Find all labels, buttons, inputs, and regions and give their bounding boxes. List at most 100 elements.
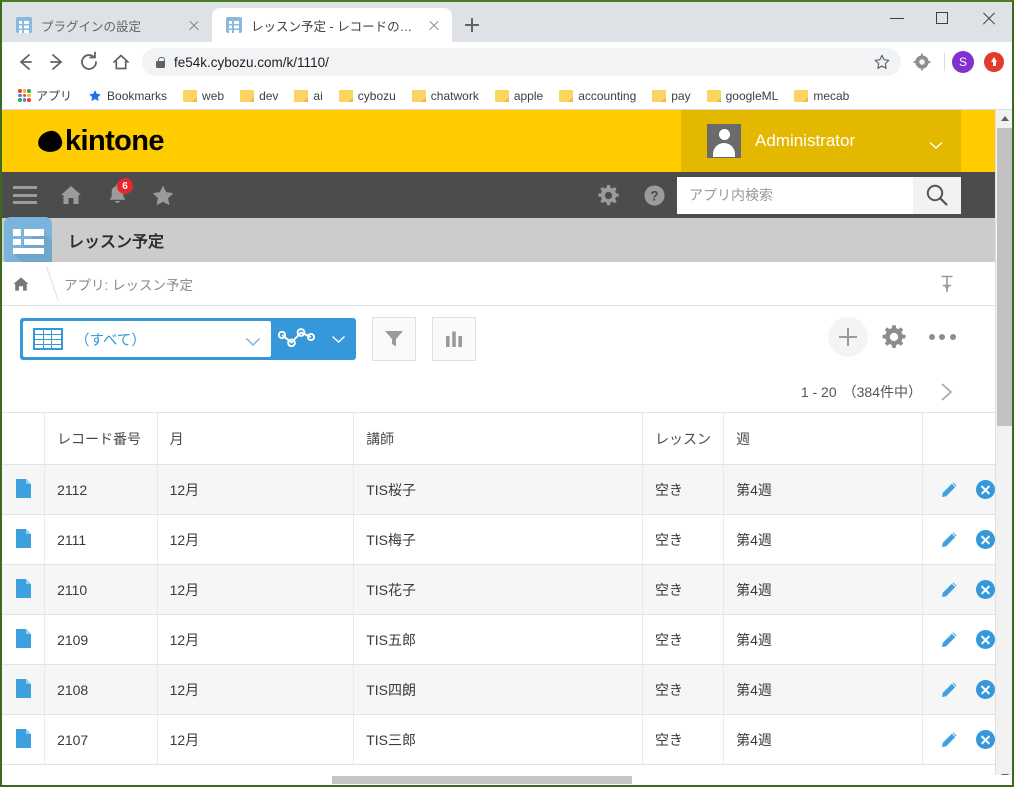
delete-record-icon[interactable] bbox=[975, 480, 995, 499]
row-open-icon[interactable] bbox=[2, 564, 46, 615]
graph-dropdown-button[interactable] bbox=[323, 335, 353, 344]
bookmark-chatwork[interactable]: chatwork bbox=[404, 89, 487, 103]
delete-record-icon[interactable] bbox=[975, 530, 995, 549]
delete-record-icon[interactable] bbox=[975, 730, 995, 749]
bookmark-web[interactable]: web bbox=[175, 89, 232, 103]
app-settings-button[interactable] bbox=[872, 317, 916, 357]
view-selector[interactable]: （すべて） bbox=[20, 318, 356, 360]
tab-close-icon[interactable] bbox=[186, 17, 202, 33]
scroll-up-arrow[interactable] bbox=[996, 110, 1012, 127]
table-row[interactable]: 2109 12月 TIS五郎 空き 第4週 bbox=[2, 614, 1012, 665]
user-name: Administrator bbox=[755, 131, 856, 150]
bookmark-apps[interactable]: アプリ bbox=[10, 87, 80, 104]
bookmark-star-icon[interactable] bbox=[873, 53, 891, 71]
delete-record-icon[interactable] bbox=[975, 630, 995, 649]
col-header-lesson[interactable]: レッスン bbox=[642, 412, 725, 465]
profile-avatar[interactable]: S bbox=[952, 51, 974, 73]
edit-record-icon[interactable] bbox=[940, 481, 958, 499]
maximize-button[interactable] bbox=[920, 2, 966, 34]
tab-close-icon[interactable] bbox=[426, 17, 442, 33]
browser-tab-1[interactable]: プラグインの設定 bbox=[2, 8, 212, 42]
add-record-button[interactable] bbox=[828, 317, 868, 357]
kintone-brand-text: kintone bbox=[65, 124, 165, 157]
svg-text:?: ? bbox=[650, 188, 658, 203]
search-input[interactable] bbox=[677, 176, 913, 214]
back-icon[interactable] bbox=[10, 47, 40, 77]
vertical-scrollbar[interactable] bbox=[995, 110, 1012, 785]
delete-record-icon[interactable] bbox=[975, 580, 995, 599]
row-open-icon[interactable] bbox=[2, 514, 46, 565]
vertical-scroll-thumb[interactable] bbox=[997, 128, 1012, 426]
row-open-icon[interactable] bbox=[2, 614, 46, 665]
new-tab-button[interactable] bbox=[458, 11, 486, 39]
chevron-down-icon bbox=[245, 334, 261, 347]
kintone-logo[interactable]: kintone bbox=[36, 124, 165, 158]
graph-view-button[interactable] bbox=[271, 326, 323, 352]
app-search[interactable] bbox=[677, 176, 913, 214]
close-window-button[interactable] bbox=[966, 2, 1012, 34]
bookmark-cybozu[interactable]: cybozu bbox=[331, 89, 404, 103]
bookmark-label: cybozu bbox=[357, 88, 396, 103]
home-icon[interactable] bbox=[106, 47, 136, 77]
delete-record-icon[interactable] bbox=[975, 680, 995, 699]
edit-record-icon[interactable] bbox=[940, 731, 958, 749]
cell-teacher: TIS梅子 bbox=[353, 514, 644, 565]
breadcrumb-home-icon[interactable] bbox=[12, 276, 30, 292]
bookmark-apple[interactable]: apple bbox=[487, 89, 551, 103]
filter-button[interactable] bbox=[372, 317, 416, 361]
bookmark-label: アプリ bbox=[36, 89, 73, 103]
col-header-teacher[interactable]: 講師 bbox=[353, 412, 644, 465]
next-page-button[interactable] bbox=[928, 374, 964, 410]
folder-icon bbox=[183, 89, 198, 102]
extension-red-icon[interactable] bbox=[984, 52, 1004, 72]
horizontal-scrollbar[interactable] bbox=[2, 775, 1012, 785]
col-header-month[interactable]: 月 bbox=[157, 412, 355, 465]
row-open-icon[interactable] bbox=[2, 464, 46, 515]
bookmark-accounting[interactable]: accounting bbox=[551, 89, 644, 103]
edit-record-icon[interactable] bbox=[940, 631, 958, 649]
more-options-button[interactable] bbox=[920, 317, 964, 357]
menu-button[interactable] bbox=[2, 172, 48, 218]
row-open-icon[interactable] bbox=[2, 664, 46, 715]
col-header-record-no[interactable]: レコード番号 bbox=[44, 412, 158, 465]
reload-icon[interactable] bbox=[74, 47, 104, 77]
gear-icon bbox=[882, 325, 906, 349]
bookmark-ai[interactable]: ai bbox=[286, 89, 330, 103]
pin-icon[interactable] bbox=[940, 275, 954, 293]
bookmark-bookmarks[interactable]: Bookmarks bbox=[80, 89, 175, 103]
notifications-button[interactable]: 6 bbox=[94, 172, 140, 218]
portal-home-button[interactable] bbox=[48, 172, 94, 218]
navbar-right: ? bbox=[585, 172, 961, 218]
favorites-button[interactable] bbox=[140, 172, 186, 218]
bookmark-mecab[interactable]: mecab bbox=[786, 89, 857, 103]
table-row[interactable]: 2107 12月 TIS三郎 空き 第4週 bbox=[2, 714, 1012, 765]
address-bar[interactable]: fe54k.cybozu.com/k/1110/ bbox=[142, 48, 901, 76]
col-header-week[interactable]: 週 bbox=[723, 412, 923, 465]
help-button[interactable]: ? bbox=[631, 172, 677, 218]
table-row[interactable]: 2110 12月 TIS花子 空き 第4週 bbox=[2, 564, 1012, 615]
cell-teacher: TIS花子 bbox=[353, 564, 644, 615]
edit-record-icon[interactable] bbox=[940, 681, 958, 699]
tab-favicon-icon bbox=[16, 17, 32, 33]
bookmark-dev[interactable]: dev bbox=[232, 89, 286, 103]
extension-gear-icon[interactable] bbox=[913, 53, 931, 71]
edit-record-icon[interactable] bbox=[940, 581, 958, 599]
minimize-button[interactable] bbox=[874, 2, 920, 34]
chart-button[interactable] bbox=[432, 317, 476, 361]
horizontal-scroll-thumb[interactable] bbox=[332, 776, 632, 784]
window-controls bbox=[874, 2, 1012, 34]
row-open-icon[interactable] bbox=[2, 714, 46, 765]
bookmark-googleml[interactable]: googleML bbox=[699, 89, 787, 103]
view-selector-box[interactable]: （すべて） bbox=[23, 321, 271, 357]
table-row[interactable]: 2111 12月 TIS梅子 空き 第4週 bbox=[2, 514, 1012, 565]
cell-lesson: 空き bbox=[642, 714, 725, 765]
forward-icon[interactable] bbox=[42, 47, 72, 77]
browser-tab-2[interactable]: レッスン予定 - レコードの一覧 bbox=[212, 8, 452, 42]
table-row[interactable]: 2108 12月 TIS四朗 空き 第4週 bbox=[2, 664, 1012, 715]
bookmark-pay[interactable]: pay bbox=[644, 89, 698, 103]
system-settings-button[interactable] bbox=[585, 172, 631, 218]
user-menu[interactable]: Administrator bbox=[681, 110, 961, 172]
edit-record-icon[interactable] bbox=[940, 531, 958, 549]
table-row[interactable]: 2112 12月 TIS桜子 空き 第4週 bbox=[2, 464, 1012, 515]
search-button[interactable] bbox=[913, 176, 961, 214]
